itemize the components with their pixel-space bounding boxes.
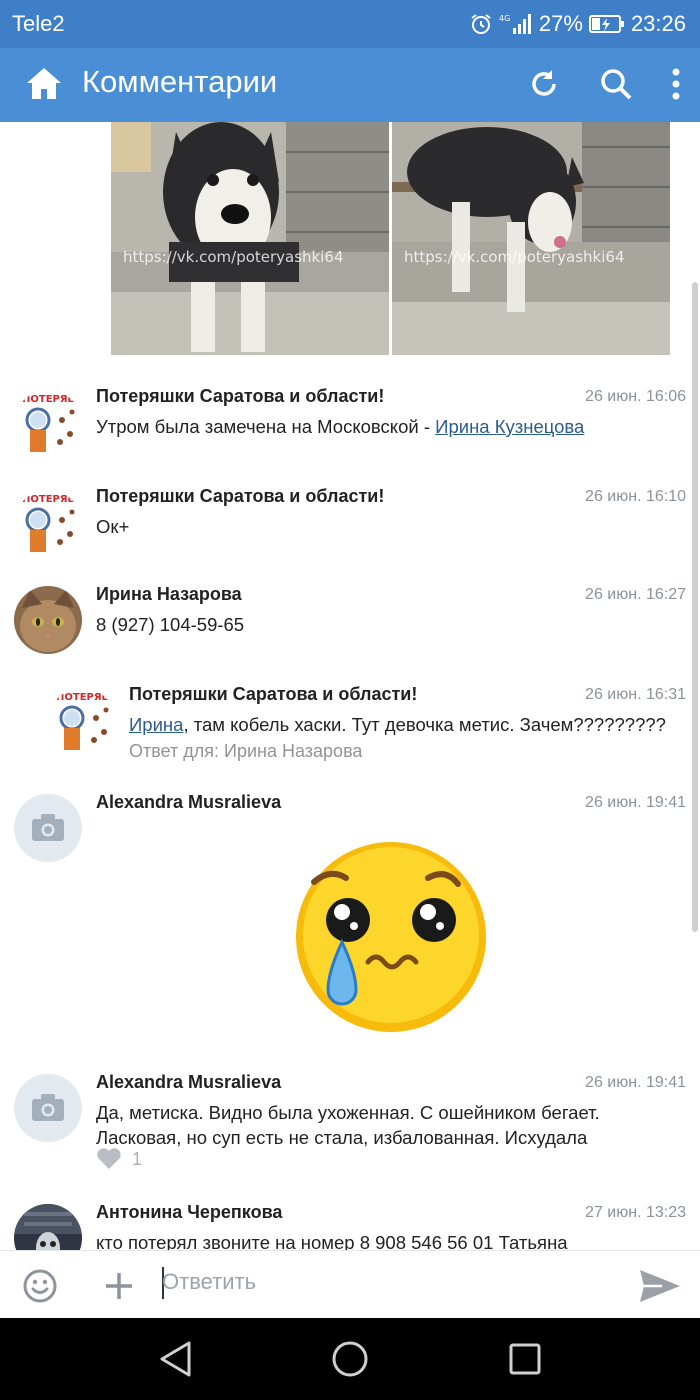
svg-text:ПОТЕРЯШ: ПОТЕРЯШ [22,494,80,505]
comment-item[interactable]: ПОТЕРЯШ Потеряшки Саратова и области! 26… [0,386,700,476]
refresh-icon[interactable] [526,66,562,102]
page-title: Комментарии [82,64,278,99]
avatar[interactable]: ПОТЕРЯШ [14,390,82,458]
comment-time: 26 июн. 16:06 [585,388,686,405]
appbar-actions [526,62,682,106]
back-icon[interactable] [158,1340,194,1378]
comment-item[interactable]: Alexandra Musralieva 26 июн. 19:41 Да, м… [0,1072,700,1182]
comment-author[interactable]: Alexandra Musralieva [96,1072,281,1093]
home-icon[interactable] [24,64,64,104]
alarm-icon [471,14,491,34]
avatar[interactable] [14,586,82,654]
add-attachment-icon[interactable] [103,1270,135,1302]
battery-charging-icon [588,15,624,33]
avatar[interactable]: ПОТЕРЯШ [14,490,82,558]
comment-author[interactable]: Alexandra Musralieva [96,792,281,813]
avatar[interactable] [14,1074,82,1142]
emoji-icon[interactable] [22,1268,58,1304]
comment-time: 27 июн. 13:23 [585,1204,686,1221]
app-bar: Комментарии [0,48,700,122]
comment-input[interactable]: Ответить [162,1269,256,1295]
avatar[interactable] [14,794,82,862]
comment-time: 26 июн. 19:41 [585,1074,686,1091]
avatar[interactable]: ПОТЕРЯШ [48,688,116,756]
svg-text:ПОТЕРЯШ: ПОТЕРЯШ [56,692,114,703]
comment-time: 26 июн. 16:10 [585,488,686,505]
send-icon[interactable] [638,1266,682,1306]
comment-time: 26 июн. 16:31 [585,686,686,703]
comments-feed[interactable]: https://vk.com/poteryashki64 https://vk.… [0,122,700,1250]
comment-text: Да, метиска. Видно была ухоженная. С оше… [96,1102,600,1148]
clock: 23:26 [630,11,686,36]
mention-link[interactable]: Ирина Кузнецова [435,416,584,437]
comment-text-body: Утром была замечена на Московской - [96,416,436,437]
recents-icon[interactable] [508,1342,542,1376]
signal-icon: 4G [499,14,531,34]
comment-time: 26 июн. 19:41 [585,794,686,811]
heart-icon [97,1148,121,1169]
comment-time: 26 июн. 16:27 [585,586,686,603]
comment-author[interactable]: Потеряшки Саратова и области! [96,386,384,407]
like-button[interactable]: 1 [96,1148,142,1170]
crying-face-sticker[interactable] [286,832,496,1042]
comment-item[interactable]: Ирина Назарова 26 июн. 16:27 8 (927) 104… [0,584,700,664]
battery-percent: 27% [538,11,583,36]
status-bar: Tele2 4G 27% 23:26 [0,0,700,48]
comment-text: Утром была замечена на Московской - Ирин… [96,414,686,439]
comment-author[interactable]: Потеряшки Саратова и области! [96,486,384,507]
like-count: 1 [132,1148,143,1169]
mention-link[interactable]: Ирина [129,714,183,735]
svg-text:4G: 4G [499,14,510,23]
svg-text:ПОТЕРЯШ: ПОТЕРЯШ [22,394,80,405]
reply-to-label[interactable]: Ответ для: Ирина Назарова [129,739,700,764]
home-nav-icon[interactable] [331,1340,369,1378]
reply-comment-item[interactable]: ПОТЕРЯШ Потеряшки Саратова и области! 26… [0,684,700,774]
carrier-name: Tele2 [12,11,65,36]
comment-author[interactable]: Ирина Назарова [96,584,242,605]
comment-item[interactable]: ПОТЕРЯШ Потеряшки Саратова и области! 26… [0,486,700,566]
photo-watermark: https://vk.com/poteryashki64 [123,248,344,266]
post-photos: https://vk.com/poteryashki64 https://vk.… [111,122,670,355]
comment-text: Ирина, там кобель хаски. Тут девочка мет… [129,712,689,737]
comment-text: 8 (927) 104-59-65 [96,614,245,635]
comment-item[interactable]: Alexandra Musralieva 26 июн. 19:41 [0,792,700,1052]
photo-watermark: https://vk.com/poteryashki64 [404,248,625,266]
comment-author[interactable]: Антонина Черепкова [96,1202,282,1223]
avatar[interactable] [14,1204,82,1250]
comment-item[interactable]: Антонина Черепкова 27 июн. 13:23 кто пот… [0,1202,700,1250]
comment-text-body: , там кобель хаски. Тут девочка метис. З… [183,714,666,735]
dog-photo-2[interactable]: https://vk.com/poteryashki64 [392,122,670,355]
comment-text: Ок+ [96,516,130,537]
comment-composer: Ответить [0,1250,700,1318]
dog-photo-1[interactable]: https://vk.com/poteryashki64 [111,122,389,355]
comment-text: кто потерял звоните на номер 8 908 546 5… [96,1232,568,1250]
search-icon[interactable] [598,66,634,102]
status-indicators: 4G 27% 23:26 [469,9,686,39]
system-nav-bar [0,1318,700,1400]
comment-author[interactable]: Потеряшки Саратова и области! [129,684,417,705]
more-vert-icon[interactable] [670,66,682,102]
